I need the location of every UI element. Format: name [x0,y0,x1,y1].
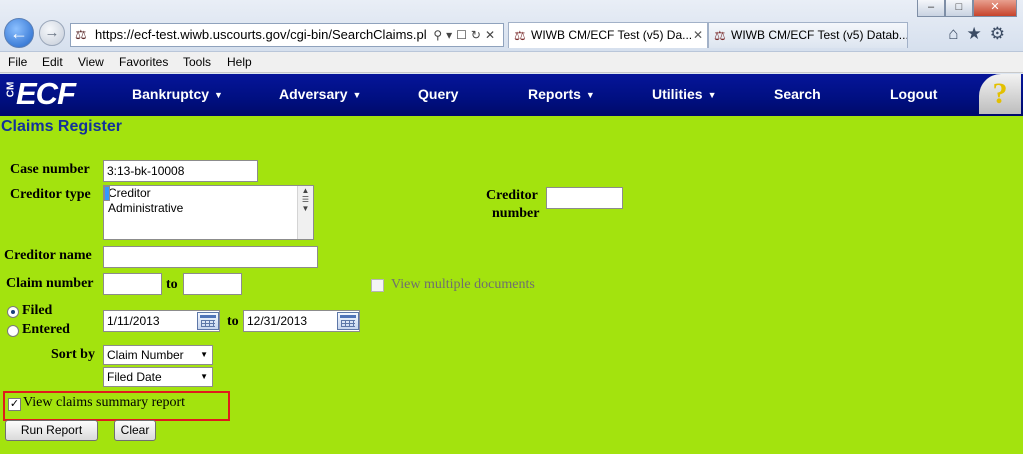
chevron-down-icon: ▼ [352,90,362,100]
favorites-star-icon[interactable]: ★ [967,24,990,43]
creditor-number-input[interactable] [546,187,623,209]
menu-help[interactable]: Help [227,55,252,69]
nav-utilities-label: Utilities [652,86,703,102]
nav-query[interactable]: Query [418,86,458,102]
calendar-icon[interactable] [197,312,219,330]
calendar-icon[interactable] [337,312,359,330]
sort-secondary-value: Filed Date [107,370,162,384]
filed-radio-label: Filed [22,303,53,318]
browser-tab-1[interactable]: ⚖ WIWB CM/ECF Test (v5) Da... ✕ [508,22,708,48]
claim-to-label: to [166,277,178,292]
creditor-number-label-2: number [492,206,540,221]
clear-button[interactable]: Clear [114,420,156,441]
menu-view[interactable]: View [78,55,104,69]
nav-reports-label: Reports [528,86,581,102]
creditor-name-input[interactable] [103,246,318,268]
chevron-down-icon: ▼ [200,350,208,359]
close-window-button[interactable]: ✕ [973,0,1017,17]
run-report-button[interactable]: Run Report [5,420,98,441]
chevron-down-icon: ▼ [200,372,208,381]
maximize-button[interactable]: □ [945,0,973,17]
menu-edit[interactable]: Edit [42,55,63,69]
browser-menu-bar: File Edit View Favorites Tools Help [0,52,1023,73]
home-icon[interactable]: ⌂ [948,24,966,43]
menu-favorites[interactable]: Favorites [119,55,168,69]
view-multiple-documents-label: View multiple documents [391,277,535,292]
browser-toolbar-icons: ⌂★⚙ [948,24,1013,44]
help-question-icon: ? [992,77,1008,110]
listbox-option-blank[interactable] [104,186,110,201]
browser-tab-2[interactable]: ⚖ WIWB CM/ECF Test (v5) Datab... [708,22,908,48]
case-number-input[interactable]: 3:13-bk-10008 [103,160,258,182]
page-title: Claims Register [1,118,122,135]
view-multiple-documents-checkbox[interactable] [371,279,384,292]
minimize-button[interactable]: – [917,0,945,17]
address-bar[interactable]: ⚖ https://ecf-test.wiwb.uscourts.gov/cgi… [70,23,504,47]
listbox-option-administrative[interactable]: Administrative [104,201,313,216]
entered-radio-label: Entered [22,322,70,337]
scales-favicon-icon: ⚖ [714,28,726,43]
court-favicon-icon: ⚖ [75,27,87,42]
creditor-name-label: Creditor name [4,248,92,263]
date-to-label: to [227,314,239,329]
chevron-down-icon: ▼ [707,90,717,100]
nav-reports[interactable]: Reports ▼ [528,86,595,102]
creditor-type-listbox[interactable]: Creditor Administrative ▲ ☰ ▼ [103,185,314,240]
entered-radio[interactable] [7,325,19,337]
tab-2-label: WIWB CM/ECF Test (v5) Datab... [731,28,908,42]
case-number-label: Case number [10,162,90,177]
logo-ecf: ECF [16,76,76,111]
creditor-number-label: Creditor [486,188,538,203]
nav-logout[interactable]: Logout [890,86,937,102]
nav-adversary[interactable]: Adversary ▼ [279,86,361,102]
claims-summary-checkbox[interactable]: ✓ [8,398,21,411]
tab-1-label: WIWB CM/ECF Test (v5) Da... [531,28,693,42]
nav-bankruptcy-label: Bankruptcy [132,86,210,102]
ecf-nav-bar: CM ECF Bankruptcy ▼ Adversary ▼ Query Repo… [0,74,1023,116]
tab-close-icon[interactable]: ✕ [693,23,703,48]
logo-cm: CM [5,81,17,98]
browser-chrome: – □ ✕ ← → ⚖ https://ecf-test.wiwb.uscour… [0,0,1023,74]
claims-summary-label: View claims summary report [23,395,186,410]
nav-adversary-label: Adversary [279,86,348,102]
sort-primary-value: Claim Number [107,348,184,362]
nav-utilities[interactable]: Utilities ▼ [652,86,717,102]
scales-favicon-icon: ⚖ [514,28,526,43]
listbox-option-creditor[interactable]: Creditor [104,186,313,201]
address-url: https://ecf-test.wiwb.uscourts.gov/cgi-b… [95,27,427,42]
claim-number-label: Claim number [6,276,94,291]
creditor-type-label: Creditor type [10,187,91,202]
claim-number-to-input[interactable] [183,273,242,295]
help-button[interactable]: ? [979,74,1021,114]
address-tools-icon[interactable]: ⚲▾☐↻✕ [429,24,499,46]
nav-search[interactable]: Search [774,86,821,102]
menu-tools[interactable]: Tools [183,55,211,69]
sort-primary-select[interactable]: Claim Number ▼ [103,345,213,365]
sort-secondary-select[interactable]: Filed Date ▼ [103,367,213,387]
chevron-down-icon: ▼ [585,90,595,100]
filed-radio[interactable] [7,306,19,318]
sort-by-label: Sort by [51,347,95,362]
gear-icon[interactable]: ⚙ [990,24,1013,43]
nav-bankruptcy[interactable]: Bankruptcy ▼ [132,86,223,102]
back-arrow-icon[interactable]: ← [4,18,34,48]
claim-number-from-input[interactable] [103,273,162,295]
menu-file[interactable]: File [8,55,27,69]
chevron-down-icon: ▼ [214,90,223,100]
listbox-scrollbar[interactable]: ▲ ☰ ▼ [297,186,313,239]
forward-arrow-icon[interactable]: → [39,20,65,46]
browser-toolbar: – □ ✕ ← → ⚖ https://ecf-test.wiwb.uscour… [0,0,1023,52]
